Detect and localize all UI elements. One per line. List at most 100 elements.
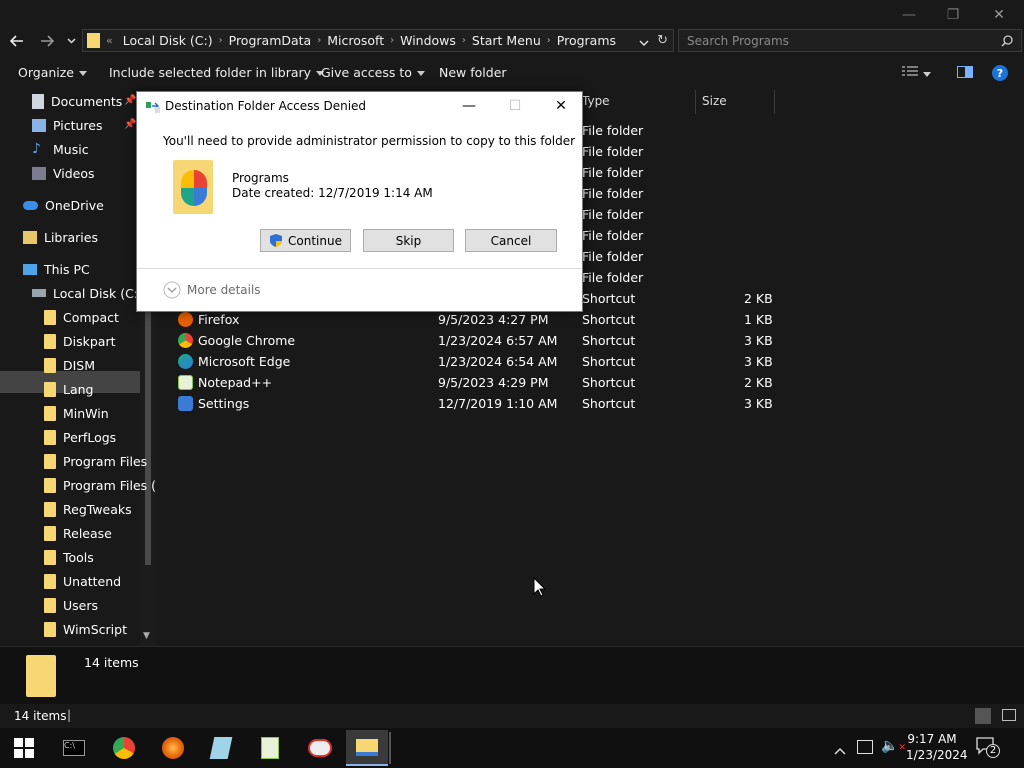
file-size: 3 KB (744, 396, 773, 411)
search-input[interactable]: Search Programs (678, 29, 1022, 52)
svg-text:?: ? (997, 67, 1003, 80)
folder-icon (44, 381, 56, 397)
taskbar-chrome[interactable] (104, 732, 144, 764)
access-denied-dialog: Destination Folder Access Denied — ☐ ✕ Y… (136, 91, 583, 312)
file-type: File folder (582, 144, 644, 159)
nav-item-onedrive[interactable]: OneDrive (23, 194, 104, 216)
file-row[interactable]: Microsoft Edge 1/23/2024 6:54 AM Shortcu… (176, 351, 776, 372)
crumb-programdata[interactable]: ProgramData (223, 33, 318, 48)
nav-item-folder[interactable]: Unattend (44, 570, 121, 592)
column-header-size[interactable]: Size (702, 94, 727, 108)
network-icon[interactable] (857, 740, 873, 754)
address-dropdown-icon[interactable] (639, 35, 649, 50)
file-row[interactable]: Firefox 9/5/2023 4:27 PM Shortcut 1 KB (176, 309, 776, 330)
dialog-minimize-button[interactable]: — (447, 94, 491, 118)
nav-item-this-pc[interactable]: This PC (23, 258, 90, 280)
nav-item-folder[interactable]: Lang (44, 378, 93, 400)
cancel-label: Cancel (490, 233, 532, 248)
taskbar-file-explorer[interactable] (346, 730, 388, 766)
nav-item-libraries[interactable]: Libraries (23, 226, 98, 248)
taskbar-paint[interactable] (300, 732, 340, 764)
file-name: Settings (198, 396, 250, 411)
continue-button[interactable]: Continue (260, 229, 351, 252)
column-divider[interactable] (695, 90, 696, 114)
crumb-start-menu[interactable]: Start Menu (466, 33, 547, 48)
help-button[interactable]: ? (992, 65, 1008, 84)
nav-item-folder[interactable]: RegTweaks (44, 498, 132, 520)
include-in-library-menu[interactable]: Include selected folder in library (109, 65, 325, 80)
app-icon (209, 737, 233, 759)
file-row[interactable]: Settings 12/7/2019 1:10 AM Shortcut 3 KB (176, 393, 776, 414)
nav-item-folder[interactable]: WimScript (44, 618, 127, 640)
pin-icon: 📌 (124, 119, 137, 130)
nav-item-documents[interactable]: Documents (32, 90, 122, 112)
clock[interactable]: 9:17 AM 1/23/2024 (906, 731, 968, 763)
view-options-button[interactable] (902, 66, 931, 81)
nav-item-folder[interactable]: Compact (44, 306, 119, 328)
cancel-button[interactable]: Cancel (465, 229, 557, 252)
give-access-menu[interactable]: Give access to (321, 65, 425, 80)
recent-locations-button[interactable] (62, 28, 80, 54)
file-type: Shortcut (582, 333, 636, 348)
file-row[interactable]: Notepad++ 9/5/2023 4:29 PM Shortcut 2 KB (176, 372, 776, 393)
pictures-icon (32, 118, 46, 132)
nav-item-music[interactable]: ♪ Music (32, 138, 89, 160)
navigation-pane: ▼ Documents 📌 Pictures 📌 ♪ Music Videos O… (0, 90, 156, 646)
details-view-toggle[interactable] (975, 708, 991, 724)
refresh-icon[interactable]: ↻ (657, 33, 668, 48)
back-button[interactable] (4, 28, 30, 54)
forward-button[interactable] (34, 28, 60, 54)
address-bar[interactable]: « Local Disk (C:) › ProgramData › Microsof… (82, 29, 674, 52)
file-row[interactable]: Google Chrome 1/23/2024 6:57 AM Shortcut… (176, 330, 776, 351)
nav-label: DISM (63, 357, 96, 373)
volume-muted-icon[interactable]: 🔈✕ (881, 738, 906, 754)
nav-item-folder[interactable]: PerfLogs (44, 426, 116, 448)
nav-item-folder[interactable]: Diskpart (44, 330, 115, 352)
close-button[interactable]: ✕ (976, 0, 1022, 30)
mouse-cursor-icon (533, 577, 546, 597)
taskbar-notepadpp[interactable] (250, 732, 290, 764)
folder-icon (87, 33, 100, 48)
nav-item-folder[interactable]: Release (44, 522, 112, 544)
taskbar-group-indicator (389, 732, 391, 764)
file-date: 9/5/2023 4:29 PM (438, 375, 549, 390)
thumbnail-view-toggle[interactable] (1002, 709, 1016, 721)
taskbar-firefox[interactable] (153, 732, 193, 764)
nav-item-folder[interactable]: Program Files (44, 450, 147, 472)
minimize-button[interactable]: — (886, 0, 932, 30)
details-item-count: 14 items (84, 655, 139, 670)
more-details-toggle[interactable]: More details (163, 281, 261, 299)
dialog-message: You'll need to provide administrator per… (163, 134, 576, 148)
nav-item-videos[interactable]: Videos (32, 162, 95, 184)
column-divider[interactable] (774, 90, 775, 114)
crumb-windows[interactable]: Windows (394, 33, 462, 48)
firefox-icon (162, 737, 184, 759)
clock-time: 9:17 AM (907, 732, 957, 746)
preview-pane-button[interactable] (957, 66, 973, 81)
scroll-down-icon[interactable]: ▼ (143, 631, 150, 641)
caret-down-icon (923, 72, 931, 77)
dialog-close-button[interactable]: ✕ (539, 94, 583, 118)
nav-item-folder[interactable]: MinWin (44, 402, 109, 424)
skip-button[interactable]: Skip (363, 229, 454, 252)
crumb-local-disk[interactable]: Local Disk (C:) (117, 33, 219, 48)
nav-item-folder[interactable]: Tools (44, 546, 94, 568)
crumb-microsoft[interactable]: Microsoft (321, 33, 390, 48)
column-header-type[interactable]: Type (582, 94, 610, 108)
address-overflow[interactable]: « (106, 34, 113, 47)
nav-item-folder[interactable]: DISM (44, 354, 95, 376)
crumb-programs[interactable]: Programs (551, 33, 622, 48)
organize-menu[interactable]: Organize (18, 65, 87, 80)
taskbar-terminal[interactable]: C:\ (54, 732, 94, 764)
notification-center-button[interactable]: 2 (976, 736, 1000, 760)
start-button[interactable] (4, 732, 44, 764)
maximize-button[interactable]: ❐ (930, 0, 976, 30)
onedrive-icon (23, 200, 38, 210)
show-hidden-icons-button[interactable] (834, 740, 846, 759)
new-folder-button[interactable]: New folder (439, 65, 507, 80)
nav-item-local-disk[interactable]: Local Disk (C:) (32, 282, 143, 304)
nav-item-folder[interactable]: Users (44, 594, 98, 616)
nav-item-pictures[interactable]: Pictures (32, 114, 103, 136)
nav-item-folder[interactable]: Program Files ( (44, 474, 156, 496)
taskbar-app[interactable] (201, 732, 241, 764)
